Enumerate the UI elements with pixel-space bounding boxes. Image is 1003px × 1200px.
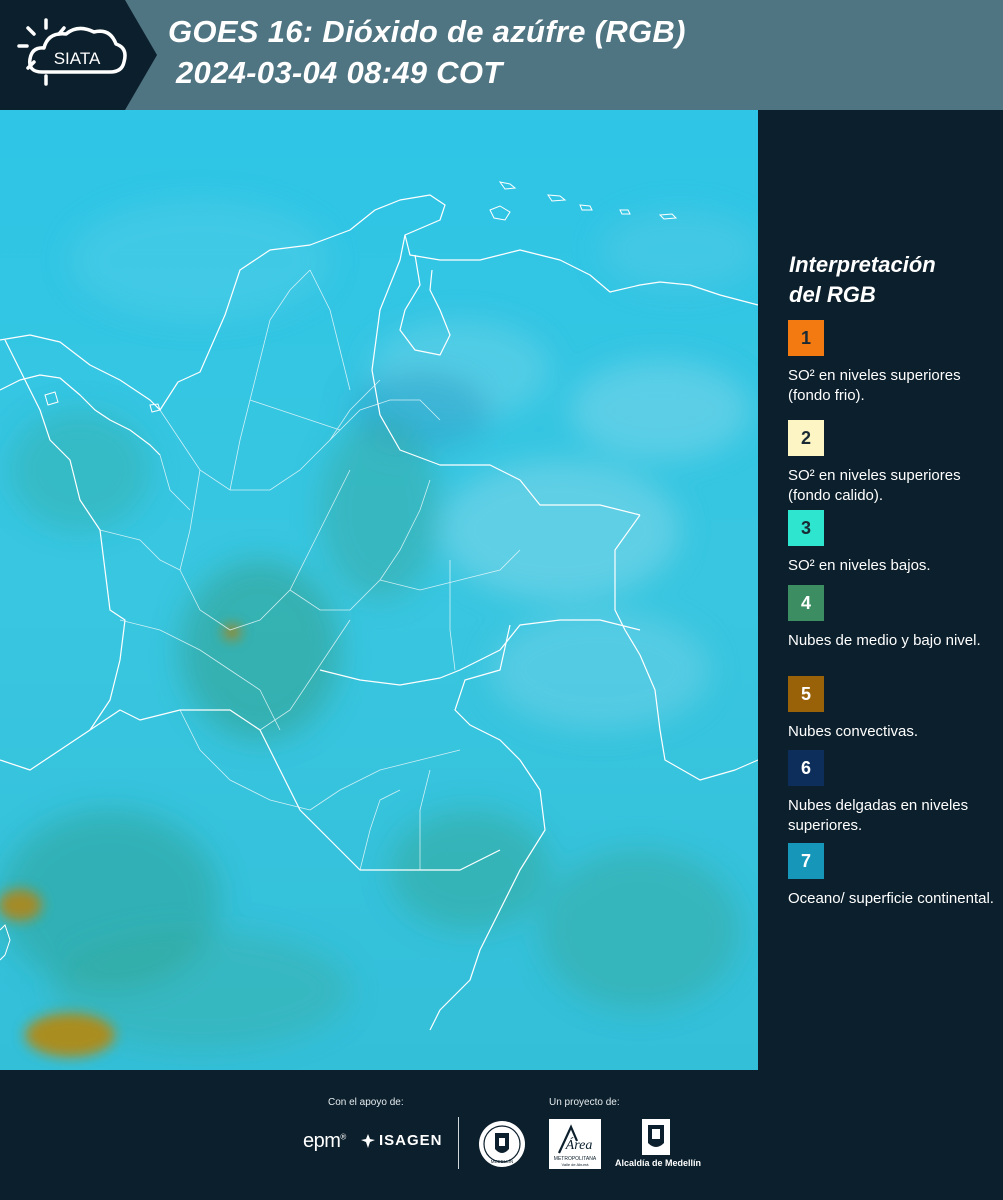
svg-text:Área: Área	[565, 1136, 593, 1153]
legend-label-1: SO² en niveles superiores (fondo frio).	[788, 367, 961, 404]
legend-title: Interpretación del RGB	[789, 252, 936, 307]
area-metropolitana-logo: Área METROPOLITANA Valle de Aburrá	[549, 1119, 601, 1169]
satellite-map[interactable]	[0, 110, 758, 1070]
legend-item-2: 2 SO² en niveles superiores (fondo calid…	[788, 420, 998, 520]
siata-logo: SIATA	[17, 18, 127, 86]
legend-item-4: 4 Nubes de medio y bajo nivel.	[788, 585, 998, 651]
isagen-logo: ISAGEN	[360, 1132, 443, 1149]
svg-text:Valle de Aburrá: Valle de Aburrá	[561, 1162, 589, 1167]
legend-label-7: Oceano/ superficie continental.	[788, 890, 994, 907]
legend-swatch-2: 2	[788, 420, 824, 456]
legend-swatch-6: 6	[788, 750, 824, 786]
header: SIATA GOES 16: Dióxido de azúfre (RGB) 2…	[0, 0, 1003, 110]
page-title: GOES 16: Dióxido de azúfre (RGB)	[168, 14, 686, 49]
epm-logo: epm®	[303, 1130, 346, 1152]
legend-label-4: Nubes de medio y bajo nivel.	[788, 632, 981, 649]
legend-swatch-3: 3	[788, 510, 824, 546]
logo-text: SIATA	[54, 49, 101, 68]
legend-item-7: 7 Oceano/ superficie continental.	[788, 843, 998, 909]
legend-item-3: 3 SO² en niveles bajos.	[788, 510, 998, 576]
legend-label-3: SO² en niveles bajos.	[788, 557, 931, 574]
footer-divider	[458, 1117, 459, 1169]
legend-item-5: 5 Nubes convectivas.	[788, 676, 998, 742]
legend-swatch-5: 5	[788, 676, 824, 712]
legend-swatch-1: 1	[788, 320, 824, 356]
medellin-seal-logo: MEDELLÍN	[479, 1121, 525, 1167]
alcaldia-text: Alcaldía de Medellín	[614, 1158, 702, 1168]
legend-label-6: Nubes delgadas en niveles superiores.	[788, 797, 969, 834]
legend-label-5: Nubes convectivas.	[788, 723, 919, 740]
legend-item-6: 6 Nubes delgadas en niveles superiores.	[788, 750, 998, 836]
legend-item-1: 1 SO² en niveles superiores (fondo frio)…	[788, 320, 998, 406]
legend-swatch-7: 7	[788, 843, 824, 879]
isagen-mark-icon	[361, 1133, 375, 1148]
svg-text:MEDELLÍN: MEDELLÍN	[491, 1158, 514, 1164]
legend-panel: Interpretación del RGB 1 SO² en niveles …	[758, 110, 1003, 1070]
page-timestamp: 2024-03-04 08:49 COT	[176, 55, 503, 90]
support-label: Con el apoyo de:	[328, 1097, 404, 1108]
footer: Con el apoyo de: Un proyecto de: epm® IS…	[0, 1070, 1003, 1200]
project-label: Un proyecto de:	[549, 1097, 620, 1108]
legend-swatch-4: 4	[788, 585, 824, 621]
